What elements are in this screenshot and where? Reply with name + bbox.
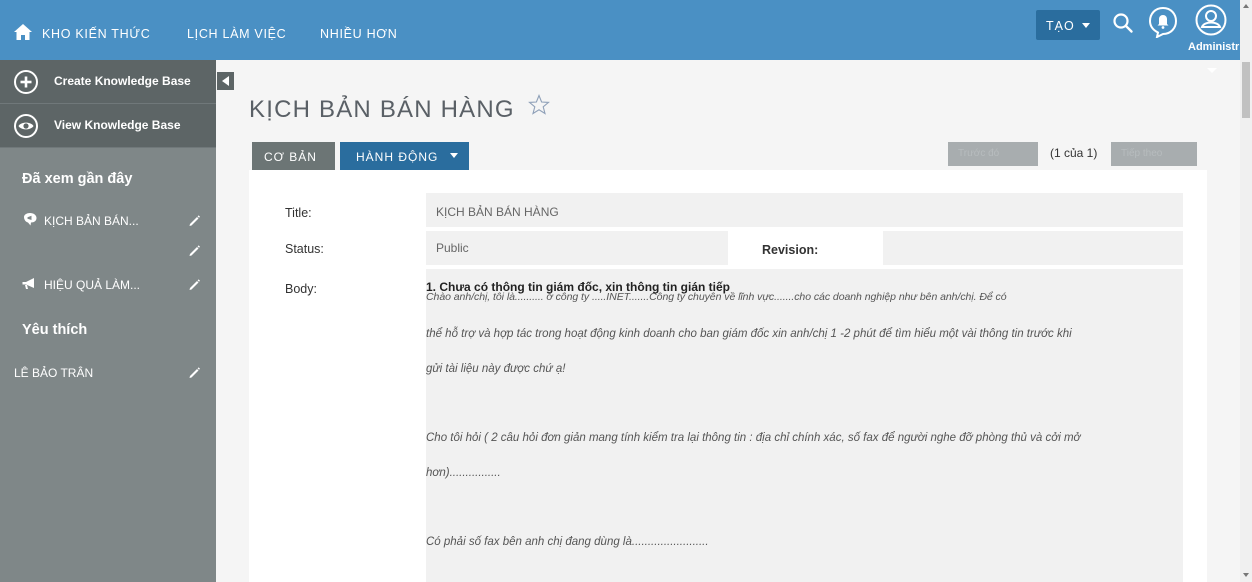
body-line: Có phải số fax bên anh chị đang dùng là.…	[426, 536, 709, 548]
create-knowledge-base-label: Create Knowledge Base	[54, 74, 191, 88]
eye-icon	[14, 114, 38, 138]
top-navigation-bar: KHO KIẾN THỨC LỊCH LÀM VIỆC NHIỀU HƠN TẠ…	[0, 0, 1240, 60]
pencil-icon[interactable]	[188, 244, 201, 257]
favorites-heading: Yêu thích	[22, 322, 88, 338]
create-button-label: TẠO	[1046, 19, 1075, 33]
nav-calendar[interactable]: LỊCH LÀM VIỆC	[187, 27, 286, 41]
tab-basic[interactable]: CƠ BẢN	[252, 142, 335, 170]
create-knowledge-base-button[interactable]: Create Knowledge Base	[0, 60, 216, 104]
collapse-sidebar-button[interactable]	[217, 72, 234, 90]
user-avatar-icon[interactable]	[1194, 3, 1228, 37]
body-field-label: Body:	[285, 282, 317, 296]
favorite-item-label: LÊ BẢO TRÂN	[14, 366, 94, 380]
tab-actions-label: HÀNH ĐỘNG	[356, 150, 439, 164]
megaphone-icon	[24, 213, 37, 226]
user-menu-caret-icon[interactable]	[1207, 68, 1217, 73]
view-knowledge-base-label: View Knowledge Base	[54, 118, 181, 132]
plus-circle-icon	[14, 70, 38, 94]
title-field-value: KỊCH BẢN BÁN HÀNG	[436, 205, 559, 219]
view-knowledge-base-button[interactable]: View Knowledge Base	[0, 104, 216, 148]
status-field-box	[426, 231, 728, 265]
body-line: Cho tôi hỏi ( 2 câu hỏi đơn giản mang tí…	[426, 432, 1081, 444]
page-scrollbar[interactable]	[1240, 0, 1252, 582]
recent-item-edit-only[interactable]	[22, 240, 206, 262]
scroll-up-arrow-icon[interactable]	[1243, 4, 1249, 8]
star-favorite-icon[interactable]	[528, 94, 550, 116]
record-count: (1 của 1)	[1050, 146, 1098, 160]
status-field-label: Status:	[285, 242, 324, 256]
recent-item-sales-script[interactable]: KỊCH BẢN BÁN...	[22, 210, 206, 232]
body-line: thể hỗ trợ và hợp tác trong hoạt động ki…	[426, 328, 1072, 340]
body-line: gửi tài liệu này được chứ ạ!	[426, 363, 566, 375]
user-name[interactable]: Administr	[1188, 41, 1239, 53]
body-line: Chào anh/chị, tôi là.......... ở công ty…	[426, 291, 1007, 303]
search-icon[interactable]	[1112, 12, 1134, 34]
page-title: KỊCH BẢN BÁN HÀNG	[249, 96, 515, 123]
nav-knowledge-base[interactable]: KHO KIẾN THỨC	[42, 27, 150, 41]
revision-field-box	[883, 231, 1183, 265]
revision-field-label: Revision:	[762, 243, 819, 257]
megaphone-icon	[22, 278, 34, 289]
chevron-down-icon	[1082, 23, 1090, 28]
title-field-label: Title:	[285, 206, 312, 220]
recent-item-label: HIỆU QUẢ LÀM...	[44, 278, 141, 292]
collapse-arrow-icon	[222, 76, 229, 86]
recent-item-efficiency[interactable]: HIỆU QUẢ LÀM...	[22, 274, 206, 296]
create-button[interactable]: TẠO	[1036, 10, 1100, 40]
sidebar: Create Knowledge Base View Knowledge Bas…	[0, 60, 216, 582]
body-line: hơn)................	[426, 467, 501, 479]
favorite-item[interactable]: LÊ BẢO TRÂN	[14, 362, 201, 384]
notification-bell-icon[interactable]	[1148, 6, 1178, 38]
status-field-value: Public	[436, 241, 469, 255]
pencil-icon[interactable]	[188, 366, 201, 379]
recent-item-label: KỊCH BẢN BÁN...	[44, 214, 139, 228]
scroll-down-arrow-icon[interactable]	[1243, 573, 1249, 577]
pencil-icon[interactable]	[188, 278, 201, 291]
pencil-icon[interactable]	[188, 214, 201, 227]
previous-button[interactable]: Trước đó	[948, 142, 1038, 166]
home-icon[interactable]	[14, 24, 32, 40]
scrollbar-thumb[interactable]	[1242, 62, 1250, 118]
next-button[interactable]: Tiếp theo	[1111, 142, 1197, 166]
chevron-down-icon	[450, 153, 458, 158]
nav-more[interactable]: NHIỀU HƠN	[320, 27, 397, 41]
tab-actions-dropdown[interactable]: HÀNH ĐỘNG	[340, 142, 469, 170]
recent-heading: Đã xem gần đây	[22, 171, 133, 187]
